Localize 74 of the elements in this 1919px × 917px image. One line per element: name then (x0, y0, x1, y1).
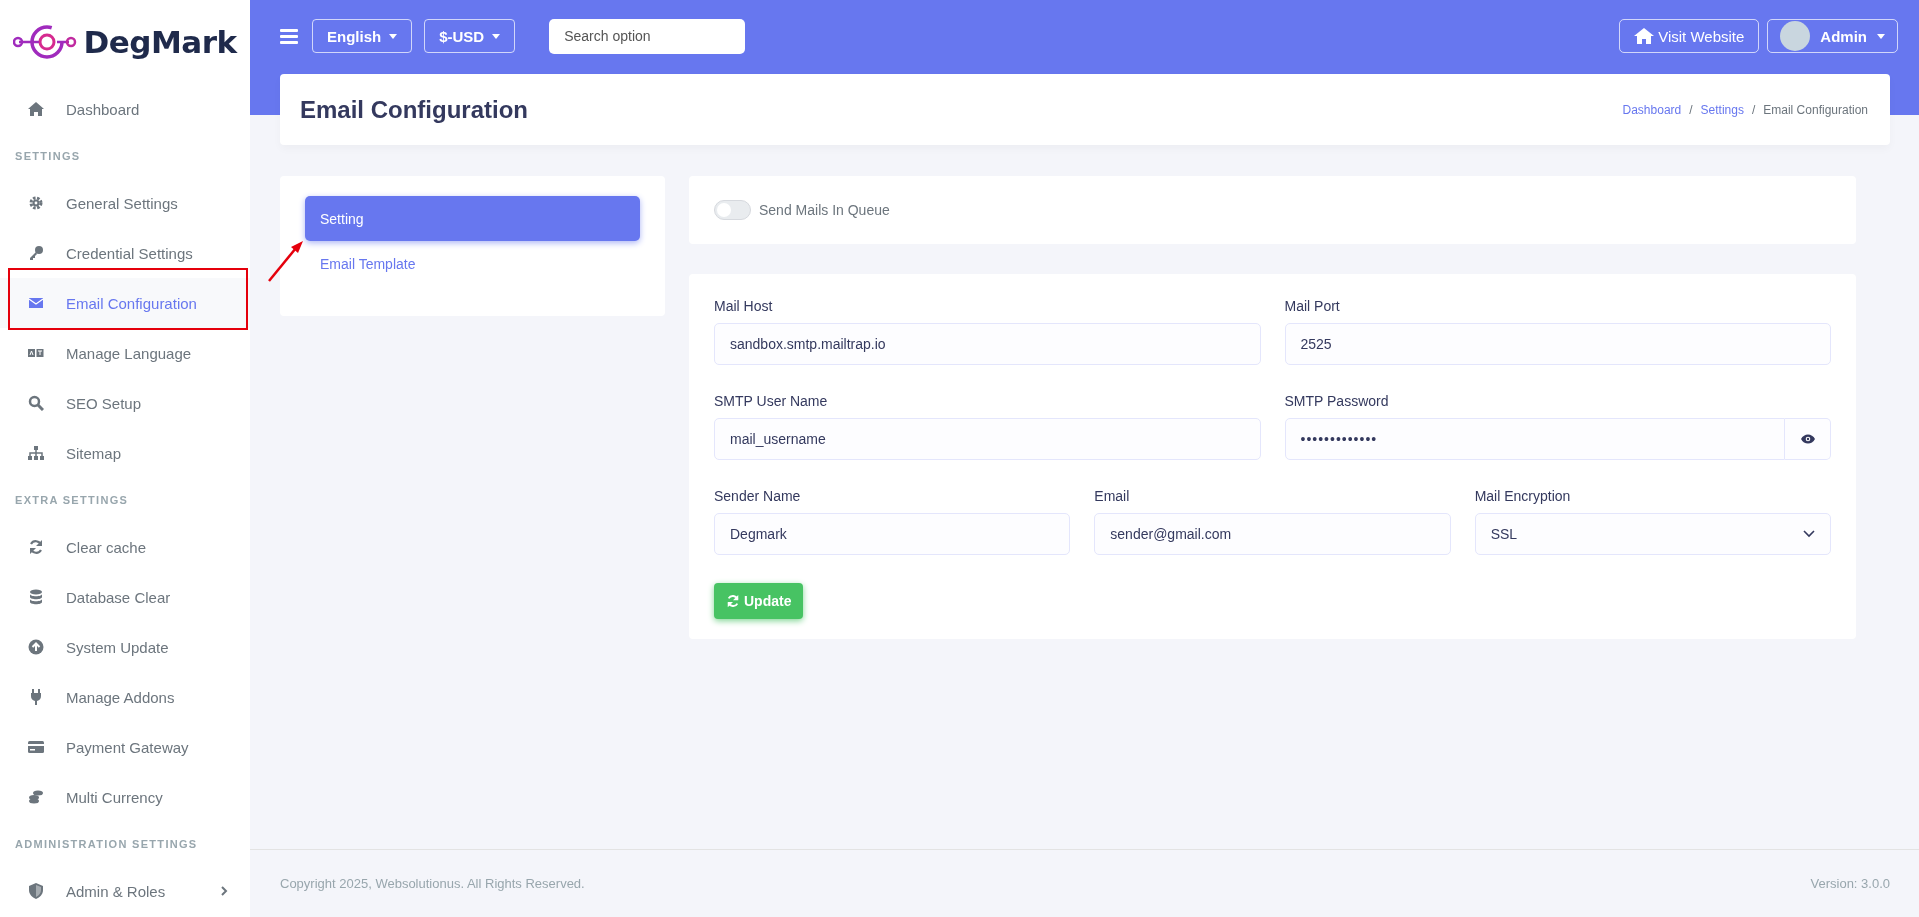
caret-icon (389, 33, 398, 39)
breadcrumb-separator: / (1689, 102, 1693, 117)
section-heading: EXTRA SETTINGS (14, 493, 130, 508)
sidebar-item[interactable]: Email Configuration (0, 278, 250, 328)
user-menu-button[interactable]: Admin (1767, 19, 1898, 53)
sidebar-item[interactable]: Sitemap (0, 428, 250, 478)
language-dropdown[interactable]: English (312, 19, 413, 53)
sidebar-item[interactable]: System Update (0, 622, 250, 672)
house-icon (1634, 27, 1655, 45)
logo-text: DegMark (83, 24, 237, 60)
breadcrumb-link[interactable]: Dashboard (1622, 102, 1682, 117)
house-icon (28, 101, 44, 117)
key-icon (28, 245, 44, 261)
sidebar-item[interactable]: Manage Addons (0, 672, 250, 722)
sidebar-item[interactable]: Clear cache (0, 522, 250, 572)
avatar (1780, 21, 1811, 51)
show-password-button[interactable] (1785, 418, 1831, 460)
version-text: Version: 3.0.0 (1810, 876, 1890, 891)
page-title: Email Configuration (300, 95, 528, 124)
field-label: Mail Encryption (1474, 488, 1572, 504)
magnifier-icon (28, 395, 44, 411)
section-heading: SETTINGS (14, 149, 82, 164)
input-field[interactable]: sandbox.smtp.mailtrap.io (714, 323, 1261, 365)
chevron-icon (1803, 530, 1815, 538)
password-field[interactable]: ••••••••••••• (1284, 418, 1785, 460)
field-label: Mail Port (1284, 298, 1341, 314)
coins-icon (28, 789, 44, 805)
sidebar-item[interactable]: Admin & Roles (0, 866, 250, 916)
gear-icon (28, 195, 44, 211)
refresh-arrows-icon (726, 594, 740, 608)
input-field[interactable]: Degmark (714, 513, 1071, 555)
input-field[interactable]: 2525 (1284, 323, 1831, 365)
sidebar-item[interactable]: SEO Setup (0, 378, 250, 428)
tab[interactable]: Setting (305, 196, 640, 241)
shield-icon (28, 883, 44, 899)
caret-icon (1877, 33, 1885, 39)
field-label: SMTP Password (1284, 393, 1390, 409)
upload-circle-icon (28, 639, 44, 655)
database-icon (28, 589, 44, 605)
currency-dropdown[interactable]: $-USD (424, 19, 516, 53)
sidebar-item[interactable]: Multi Currency (0, 772, 250, 822)
section-heading: ADMINISTRATION SETTINGS (14, 837, 199, 852)
card-icon (28, 739, 44, 755)
sidebar-item[interactable]: Dashboard (0, 84, 250, 134)
breadcrumb-separator: / (1751, 102, 1756, 117)
input-field[interactable]: sender@gmail.com (1094, 513, 1451, 555)
field-label: Email (1094, 488, 1131, 504)
sidebar-item[interactable]: General Settings (0, 178, 250, 228)
sidebar-item[interactable]: Payment Gateway (0, 722, 250, 772)
copyright-text: Copyright 2025, Websolutionus. All Rights Reserved. (280, 876, 585, 891)
menu-icon (280, 28, 298, 44)
plug-icon (28, 689, 44, 705)
search-field[interactable]: Search option (549, 18, 746, 54)
field-label: Mail Host (714, 298, 774, 314)
field-label: SMTP User Name (714, 393, 829, 409)
field-label: Sender Name (714, 488, 802, 504)
tab[interactable]: Email Template (305, 241, 640, 286)
toggle-switch[interactable] (714, 200, 751, 220)
breadcrumb-link[interactable]: Settings (1700, 102, 1744, 117)
input-field[interactable]: mail_username (714, 418, 1261, 460)
arrow-drawing (266, 240, 304, 283)
visit-website-button[interactable]: Visit Website (1619, 19, 1760, 53)
caret-icon (492, 33, 501, 39)
sitemap-icon (28, 445, 44, 461)
toggle-label: Send Mails In Queue (759, 202, 890, 218)
logo-icon (13, 24, 78, 60)
envelope-icon (28, 295, 44, 311)
eye-icon (1800, 434, 1815, 444)
select-field[interactable]: SSL (1474, 513, 1831, 555)
refresh-arrows-icon (28, 539, 44, 555)
sidebar-item[interactable]: Database Clear (0, 572, 250, 622)
sidebar-item[interactable]: Manage Language (0, 328, 250, 378)
sidebar-item[interactable]: Credential Settings (0, 228, 250, 278)
breadcrumb-current: Email Configuration (1763, 102, 1868, 117)
